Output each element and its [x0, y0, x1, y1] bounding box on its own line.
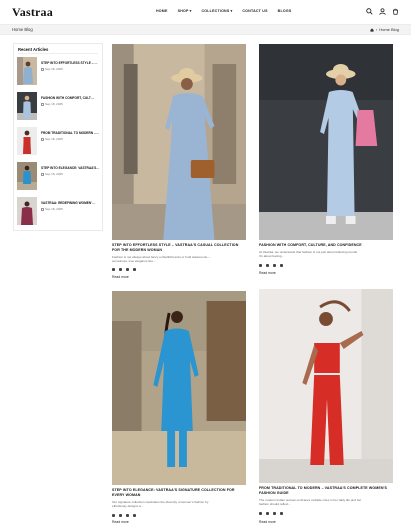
- recent-date-text: Sep 18, 2025: [45, 102, 63, 106]
- facebook-icon[interactable]: [112, 268, 115, 271]
- recent-date: Sep 18, 2025: [41, 102, 63, 106]
- instagram-icon[interactable]: [119, 268, 122, 271]
- search-icon[interactable]: [366, 8, 373, 15]
- recent-articles-sidebar: Recent Articles STEP INTO EFFORTLESS STY…: [13, 43, 103, 231]
- recent-title[interactable]: FROM TRADITIONAL TO MODERN –…: [41, 131, 101, 135]
- calendar-icon: [41, 137, 44, 141]
- article-image[interactable]: [112, 291, 246, 485]
- pinterest-icon[interactable]: [126, 514, 129, 517]
- page-title: Home Blog: [12, 27, 33, 32]
- social-share: [259, 512, 283, 515]
- recent-date: Sep 18, 2025: [41, 172, 63, 176]
- pinterest-icon[interactable]: [273, 264, 276, 267]
- article-thumbnail[interactable]: [17, 57, 37, 85]
- chevron-down-icon: ▾: [230, 9, 233, 13]
- list-item[interactable]: STEP INTO ELEGANCE: VASTRAA'S… Sep 18, 2…: [17, 162, 101, 190]
- calendar-icon: [41, 102, 44, 106]
- nav-home-label: HOME: [156, 9, 168, 13]
- article-image[interactable]: [259, 44, 393, 240]
- article-card: FASHION WITH COMFORT, CULTURE, AND CONFI…: [259, 44, 395, 284]
- nav-home[interactable]: HOME: [156, 9, 168, 13]
- recent-date: Sep 18, 2025: [41, 67, 63, 71]
- nav-collections-label: COLLECTIONS: [201, 9, 230, 13]
- header-icons: [366, 8, 399, 15]
- calendar-icon: [41, 207, 44, 211]
- user-icon[interactable]: [379, 8, 386, 15]
- nav-shop[interactable]: SHOP▾: [178, 9, 192, 13]
- instagram-icon[interactable]: [266, 512, 269, 515]
- chevron-down-icon: ▾: [189, 9, 192, 13]
- site-header: Vastraa HOME SHOP▾ COLLECTIONS▾ CONTACT …: [0, 0, 411, 24]
- nav-shop-label: SHOP: [177, 9, 189, 13]
- breadcrumb-current: Home Blog: [379, 27, 399, 32]
- article-excerpt: sometimes, true elegance lies...: [112, 259, 156, 263]
- linkedin-icon[interactable]: [133, 268, 136, 271]
- recent-date-text: Sep 18, 2025: [45, 67, 63, 71]
- pinterest-icon[interactable]: [273, 512, 276, 515]
- nav-contact[interactable]: CONTACT US: [242, 9, 267, 13]
- recent-date: Sep 18, 2025: [41, 137, 63, 141]
- read-more-link[interactable]: Read more: [259, 520, 276, 524]
- nav-collections[interactable]: COLLECTIONS▾: [202, 9, 233, 13]
- article-thumbnail[interactable]: [17, 127, 37, 155]
- read-more-link[interactable]: Read more: [112, 275, 129, 279]
- nav-blogs[interactable]: BLOGS: [278, 9, 292, 13]
- calendar-icon: [41, 172, 44, 176]
- linkedin-icon[interactable]: [280, 264, 283, 267]
- recent-title[interactable]: STEP INTO ELEGANCE: VASTRAA'S…: [41, 166, 101, 170]
- article-image[interactable]: [259, 289, 393, 483]
- recent-title[interactable]: VASTRAA: REDEFINING WOMEN'…: [41, 201, 101, 205]
- recent-date-text: Sep 18, 2025: [45, 207, 63, 211]
- facebook-icon[interactable]: [112, 514, 115, 517]
- social-share: [259, 264, 283, 267]
- main-nav: HOME SHOP▾ COLLECTIONS▾ CONTACT US BLOGS: [156, 9, 301, 13]
- article-excerpt: effortlessly designs a...: [112, 504, 144, 508]
- instagram-icon[interactable]: [266, 264, 269, 267]
- article-excerpt: It's about feeling...: [259, 254, 285, 258]
- social-share: [112, 268, 136, 271]
- instagram-icon[interactable]: [119, 514, 122, 517]
- article-title[interactable]: FROM TRADITIONAL TO MODERN – VASTRAA'S C…: [259, 486, 393, 495]
- cart-icon[interactable]: [392, 8, 399, 15]
- calendar-icon: [41, 67, 44, 71]
- article-title[interactable]: FASHION WITH COMFORT, CULTURE, AND CONFI…: [259, 243, 393, 248]
- linkedin-icon[interactable]: [133, 514, 136, 517]
- article-card: STEP INTO EFFORTLESS STYLE – VASTRAA'S C…: [112, 44, 248, 284]
- divider: [18, 53, 98, 54]
- article-title[interactable]: STEP INTO EFFORTLESS STYLE – VASTRAA'S C…: [112, 243, 246, 252]
- home-icon[interactable]: [370, 27, 374, 32]
- facebook-icon[interactable]: [259, 264, 262, 267]
- recent-title[interactable]: STEP INTO EFFORTLESS STYLE – …: [41, 61, 101, 65]
- recent-title[interactable]: FASHION WITH COMFORT, CULT…: [41, 96, 101, 100]
- sidebar-title: Recent Articles: [18, 47, 49, 52]
- social-share: [112, 514, 136, 517]
- breadcrumb-bar: Home Blog › Home Blog: [0, 24, 411, 35]
- list-item[interactable]: STEP INTO EFFORTLESS STYLE – … Sep 18, 2…: [17, 57, 101, 85]
- article-thumbnail[interactable]: [17, 92, 37, 120]
- recent-date-text: Sep 18, 2025: [45, 172, 63, 176]
- list-item[interactable]: FROM TRADITIONAL TO MODERN –… Sep 18, 20…: [17, 127, 101, 155]
- site-logo[interactable]: Vastraa: [12, 5, 53, 20]
- recent-date: Sep 18, 2025: [41, 207, 63, 211]
- facebook-icon[interactable]: [259, 512, 262, 515]
- list-item[interactable]: VASTRAA: REDEFINING WOMEN'… Sep 18, 2025: [17, 197, 101, 225]
- nav-blogs-label: BLOGS: [277, 9, 292, 13]
- read-more-link[interactable]: Read more: [112, 520, 129, 524]
- article-excerpt: fashion should reflect...: [259, 502, 291, 506]
- read-more-link[interactable]: Read more: [259, 271, 276, 275]
- article-card: FROM TRADITIONAL TO MODERN – VASTRAA'S C…: [259, 289, 395, 526]
- article-thumbnail[interactable]: [17, 162, 37, 190]
- nav-contact-label: CONTACT US: [242, 9, 268, 13]
- article-card: STEP INTO ELEGANCE: VASTRAA'S SIGNATURE …: [112, 291, 248, 526]
- article-image[interactable]: [112, 44, 246, 240]
- breadcrumb-separator: ›: [375, 27, 378, 32]
- linkedin-icon[interactable]: [280, 512, 283, 515]
- list-item[interactable]: FASHION WITH COMFORT, CULT… Sep 18, 2025: [17, 92, 101, 120]
- article-thumbnail[interactable]: [17, 197, 37, 225]
- pinterest-icon[interactable]: [126, 268, 129, 271]
- breadcrumb: › Home Blog: [370, 27, 399, 32]
- article-title[interactable]: STEP INTO ELEGANCE: VASTRAA'S SIGNATURE …: [112, 488, 246, 497]
- recent-date-text: Sep 18, 2025: [45, 137, 63, 141]
